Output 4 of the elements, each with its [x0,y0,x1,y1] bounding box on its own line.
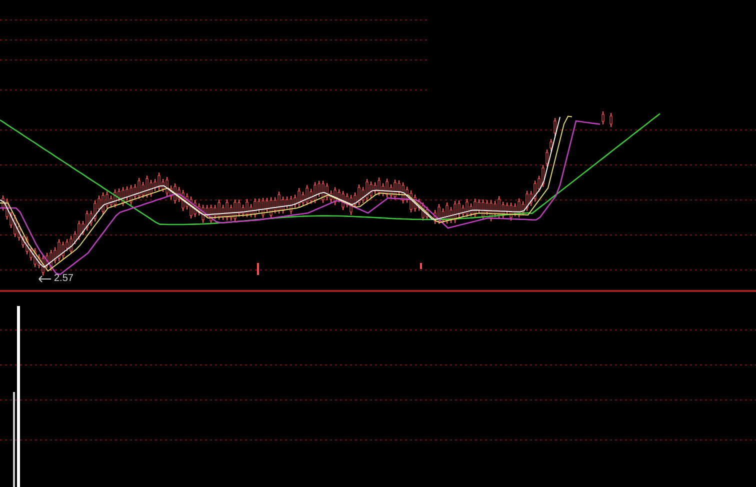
arrow-icon [38,275,52,283]
marker-bar [420,263,422,269]
low-price-label: 2.57 [54,274,74,284]
marker-bar [257,263,259,275]
